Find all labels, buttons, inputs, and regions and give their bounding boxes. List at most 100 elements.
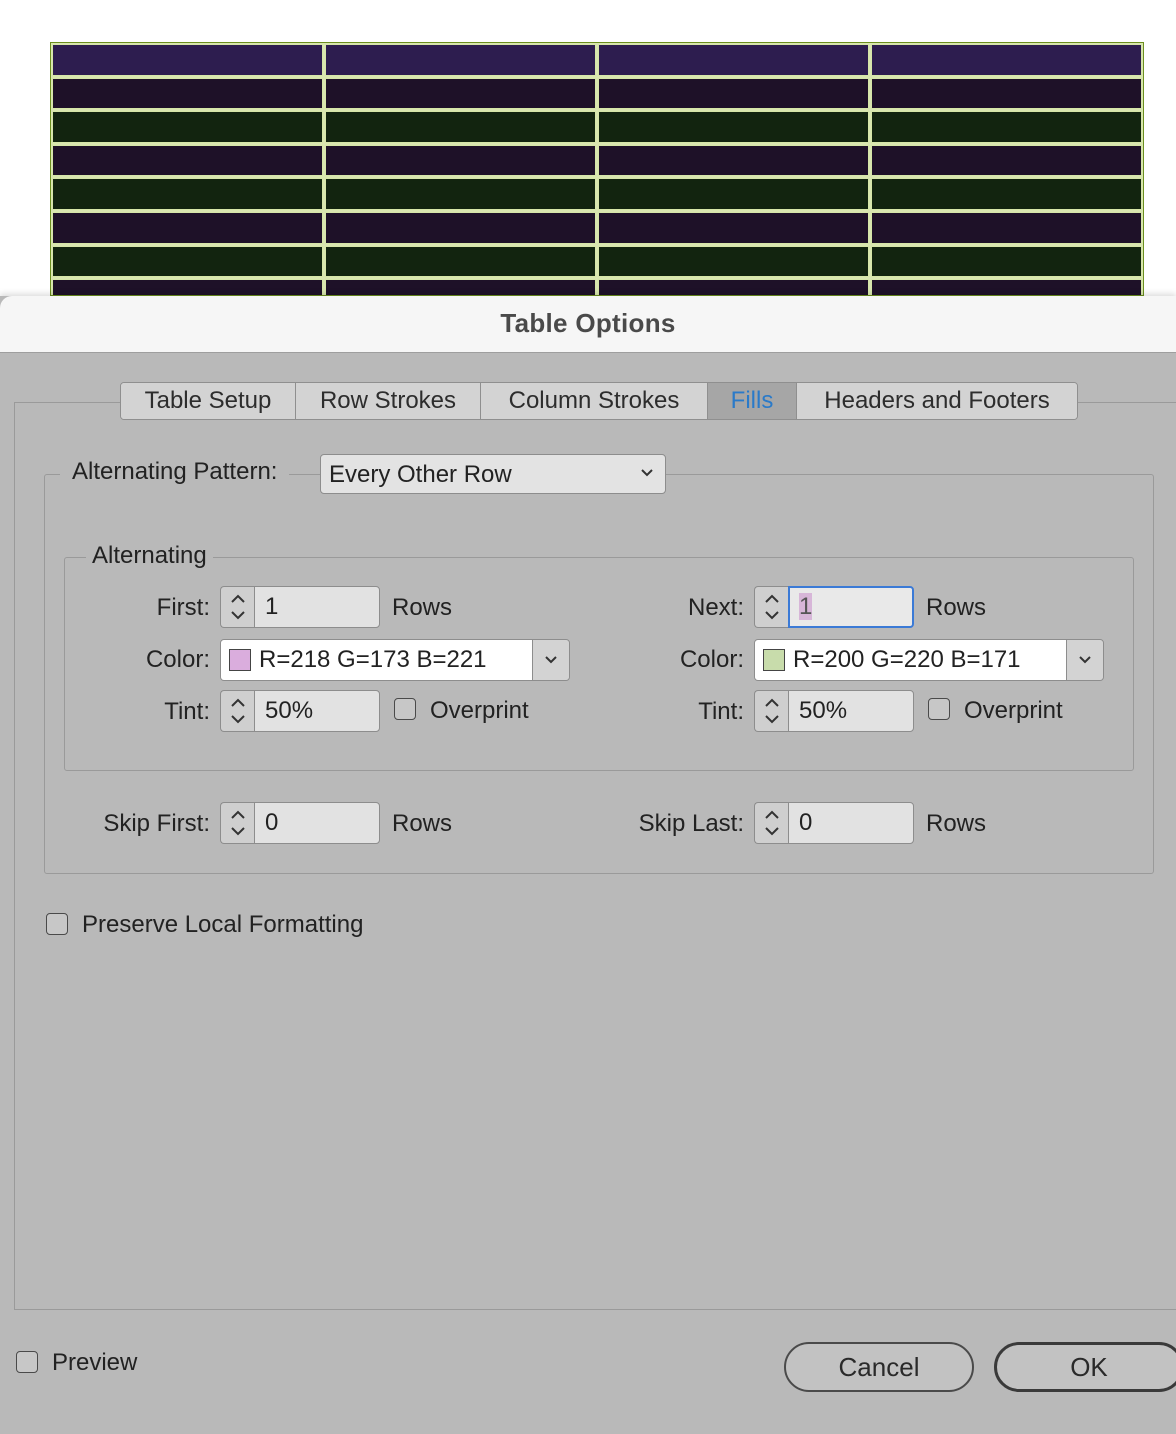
first-color-dropdown-button[interactable]	[533, 640, 569, 680]
document-table-cell	[325, 245, 596, 278]
ok-button[interactable]: OK	[994, 1342, 1176, 1392]
skip-last-input[interactable]: 0	[788, 802, 914, 844]
next-color-dropdown[interactable]: R=200 G=220 B=171	[754, 639, 1104, 681]
next-label: Next:	[687, 594, 744, 621]
next-color-swatch	[763, 649, 785, 671]
preview-checkbox[interactable]	[16, 1351, 38, 1373]
stepper-arrows[interactable]	[220, 690, 254, 732]
document-table-cell	[52, 245, 323, 278]
next-tint-stepper[interactable]: 50%	[754, 690, 914, 732]
document-table-cell	[52, 144, 323, 177]
document-table-row	[51, 110, 1143, 144]
document-table-cell	[871, 212, 1142, 244]
skip-last-unit: Rows	[926, 810, 987, 837]
document-table-cell	[598, 212, 869, 244]
document-table-cell	[598, 245, 869, 278]
first-color-dropdown[interactable]: R=218 G=173 B=221	[220, 639, 570, 681]
chevron-down-icon	[1079, 656, 1091, 664]
first-tint-label: Tint:	[164, 698, 210, 725]
first-tint-input[interactable]: 50%	[254, 690, 380, 732]
first-rows-unit: Rows	[392, 594, 453, 621]
preserve-local-formatting-checkbox[interactable]	[46, 913, 68, 935]
first-color-display: R=218 G=173 B=221	[221, 640, 534, 680]
skip-first-label: Skip First:	[103, 810, 210, 837]
document-table-cell	[52, 212, 323, 244]
document-table-row	[51, 144, 1143, 178]
document-table-cell	[52, 111, 323, 143]
document-table-cell	[871, 44, 1142, 76]
stepper-arrows[interactable]	[220, 586, 254, 628]
chevron-down-icon	[545, 656, 557, 664]
tab-headers-and-footers[interactable]: Headers and Footers	[797, 383, 1077, 419]
tab-column-strokes[interactable]: Column Strokes	[481, 383, 708, 419]
next-rows-stepper[interactable]: 1	[754, 586, 914, 628]
next-color-display: R=200 G=220 B=171	[755, 640, 1068, 680]
document-table	[50, 42, 1144, 296]
document-table-cell	[871, 279, 1142, 295]
first-rows-input[interactable]: 1	[254, 586, 380, 628]
next-overprint-checkbox[interactable]	[928, 698, 950, 720]
chevron-down-icon	[641, 469, 653, 477]
tab-row-strokes[interactable]: Row Strokes	[296, 383, 481, 419]
chevron-up-down-icon	[231, 698, 245, 724]
next-overprint-label: Overprint	[964, 697, 1063, 724]
document-table-cell	[325, 212, 596, 244]
first-rows-stepper[interactable]: 1	[220, 586, 380, 628]
alternating-caption: Alternating	[86, 542, 213, 570]
chevron-up-down-icon	[231, 594, 245, 620]
document-table-cell	[598, 111, 869, 143]
tab-table-setup[interactable]: Table Setup	[121, 383, 296, 419]
dialog-titlebar: Table Options	[0, 296, 1176, 353]
document-table-row	[51, 77, 1143, 111]
first-label: First:	[156, 594, 210, 621]
next-rows-input[interactable]: 1	[788, 586, 914, 628]
alternating-pattern-dropdown[interactable]: Every Other Row	[320, 454, 666, 494]
document-table-cell	[52, 44, 323, 76]
document-table-row	[51, 278, 1143, 295]
document-table-cell	[325, 111, 596, 143]
document-table-row	[51, 245, 1143, 279]
next-color-dropdown-button[interactable]	[1067, 640, 1103, 680]
skip-first-input[interactable]: 0	[254, 802, 380, 844]
document-table-cell	[598, 77, 869, 110]
document-table-cell	[871, 77, 1142, 110]
skip-first-stepper[interactable]: 0	[220, 802, 380, 844]
tab-fills[interactable]: Fills	[708, 383, 797, 419]
document-table-cell	[52, 77, 323, 110]
chevron-up-down-icon	[765, 594, 779, 620]
first-tint-stepper[interactable]: 50%	[220, 690, 380, 732]
next-rows-value: 1	[799, 593, 813, 620]
next-tint-input[interactable]: 50%	[788, 690, 914, 732]
alternating-pattern-label: Alternating Pattern:	[60, 458, 290, 486]
document-table-cell	[598, 279, 869, 295]
document-table-row	[51, 177, 1143, 211]
document-table-cell	[325, 77, 596, 110]
first-overprint-checkbox[interactable]	[394, 698, 416, 720]
tab-bar: Table Setup Row Strokes Column Strokes F…	[120, 382, 1078, 420]
first-overprint-label: Overprint	[430, 697, 529, 724]
stepper-arrows[interactable]	[220, 802, 254, 844]
document-table-cell	[325, 44, 596, 76]
stepper-arrows[interactable]	[754, 586, 788, 628]
table-options-dialog: Table Options Table Setup Row Strokes Co…	[0, 296, 1176, 1434]
document-table-cell	[871, 245, 1142, 278]
stepper-arrows[interactable]	[754, 802, 788, 844]
document-table-cell	[871, 178, 1142, 210]
dialog-title: Table Options	[500, 308, 676, 338]
chevron-up-down-icon	[765, 698, 779, 724]
document-table-cell	[52, 279, 323, 295]
preview-label: Preview	[52, 1349, 138, 1376]
stepper-arrows[interactable]	[754, 690, 788, 732]
next-tint-label: Tint:	[698, 698, 744, 725]
document-table-cell	[598, 144, 869, 177]
first-color-swatch	[229, 649, 251, 671]
next-color-label: Color:	[679, 646, 744, 673]
document-table-row	[51, 211, 1143, 245]
document-table-row	[51, 43, 1143, 77]
document-table-cell	[598, 44, 869, 76]
next-color-value: R=200 G=220 B=171	[793, 646, 1021, 673]
cancel-button[interactable]: Cancel	[784, 1342, 974, 1392]
skip-first-unit: Rows	[392, 810, 453, 837]
skip-last-stepper[interactable]: 0	[754, 802, 914, 844]
chevron-up-down-icon	[231, 810, 245, 836]
